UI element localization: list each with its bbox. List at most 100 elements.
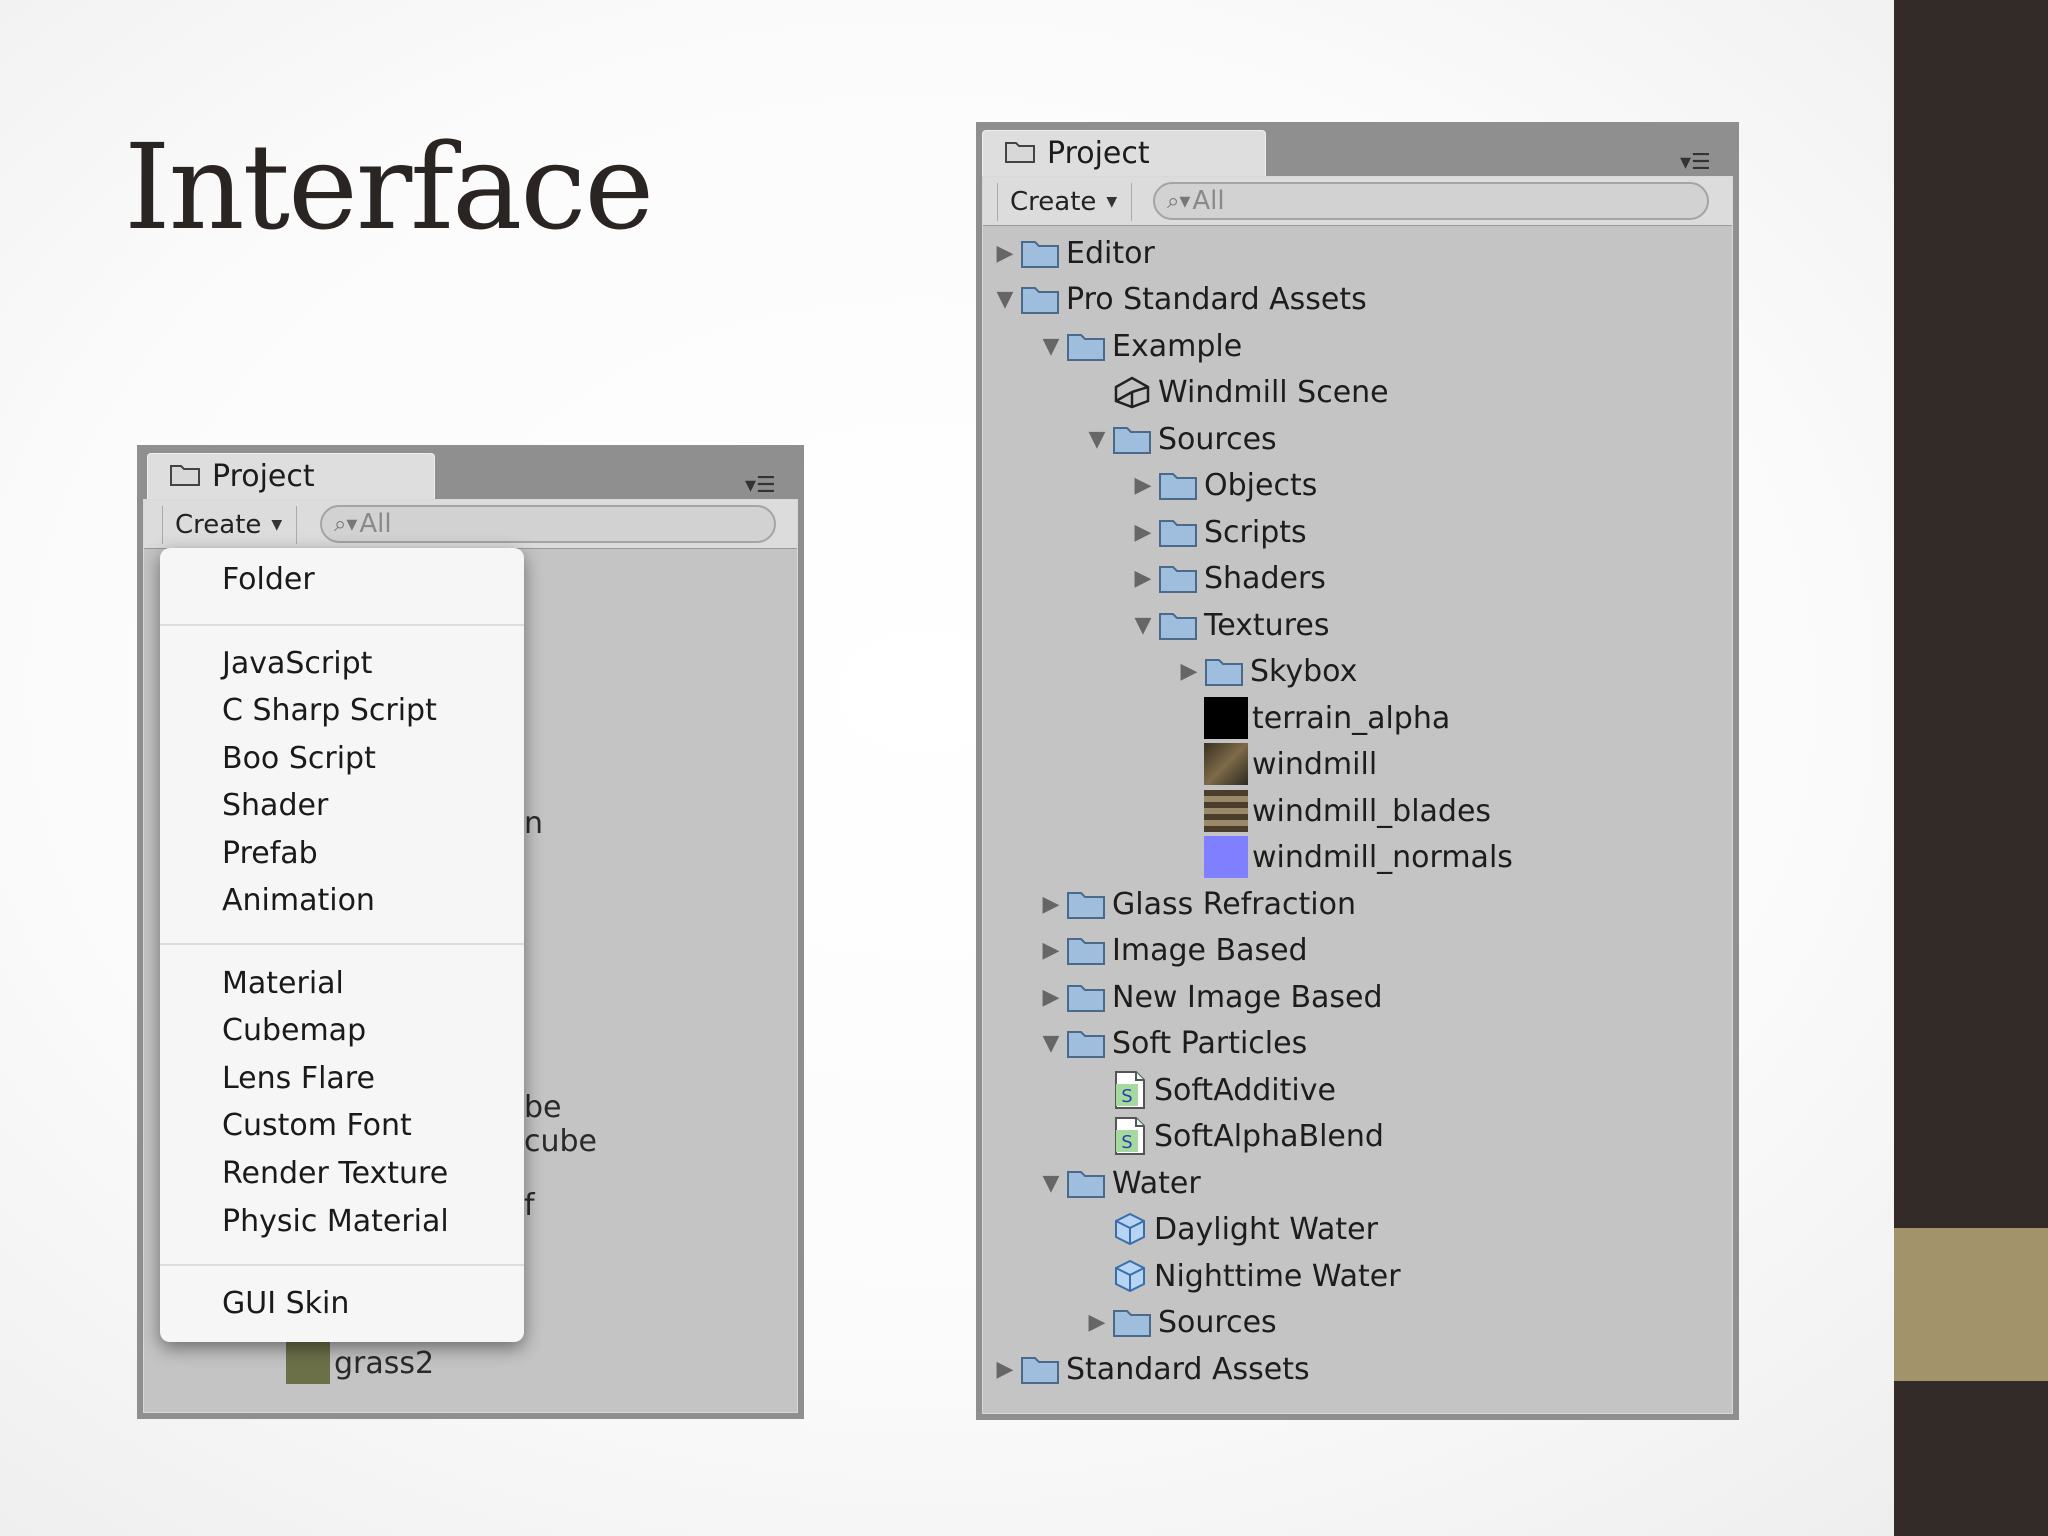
collapsed-arrow-icon[interactable]: ▶ xyxy=(990,241,1020,266)
tree-item[interactable]: ▶ Glass Refraction xyxy=(1036,881,1356,927)
tree-item[interactable]: S SoftAdditive xyxy=(1082,1067,1336,1113)
tree-item-label: Standard Assets xyxy=(1066,1351,1310,1387)
tree-item-label: Water xyxy=(1112,1165,1201,1201)
search-input[interactable]: ⌕▾ All xyxy=(320,505,776,543)
slide-title: Interface xyxy=(124,118,654,256)
svg-text:S: S xyxy=(1121,1086,1132,1107)
create-button[interactable]: Create ▼ xyxy=(162,506,298,544)
collapsed-arrow-icon[interactable]: ▶ xyxy=(1082,1310,1112,1335)
menu-item-folder[interactable]: Folder xyxy=(222,562,315,597)
collapsed-arrow-icon[interactable]: ▶ xyxy=(990,1357,1020,1382)
project-tab[interactable]: Project xyxy=(982,130,1266,176)
texture-thumbnail-blades xyxy=(1204,790,1248,832)
list-item-label: grass2 xyxy=(334,1345,435,1381)
menu-item-javascript[interactable]: JavaScript xyxy=(222,646,372,681)
menu-item-gui-skin[interactable]: GUI Skin xyxy=(222,1286,349,1321)
tree-item[interactable]: ▶ Image Based xyxy=(1036,927,1308,973)
menu-item-csharp-script[interactable]: C Sharp Script xyxy=(222,693,437,728)
tree-item[interactable]: ▼ Pro Standard Assets xyxy=(990,276,1367,322)
list-item[interactable]: grass2 xyxy=(286,1342,434,1384)
tree-item[interactable]: ▶ Scripts xyxy=(1128,509,1307,555)
tree-item[interactable]: windmill_blades xyxy=(1174,788,1491,834)
tree-item[interactable]: ▼ Water xyxy=(1036,1160,1201,1206)
collapsed-arrow-icon[interactable]: ▶ xyxy=(1128,473,1158,498)
menu-item-material[interactable]: Material xyxy=(222,966,344,1001)
tree-item[interactable]: ▶ Sources xyxy=(1082,1299,1277,1345)
collapsed-arrow-icon[interactable]: ▶ xyxy=(1128,520,1158,545)
tree-item[interactable]: terrain_alpha xyxy=(1174,695,1450,741)
tree-item-label: Objects xyxy=(1204,467,1318,503)
tree-item-label: Daylight Water xyxy=(1154,1211,1378,1247)
tree-item[interactable]: windmill xyxy=(1174,741,1377,787)
tree-item-label: Sources xyxy=(1158,1304,1277,1340)
panel-menu-icon[interactable]: ▾☰ xyxy=(745,473,776,498)
menu-item-animation[interactable]: Animation xyxy=(222,883,375,918)
collapsed-arrow-icon[interactable]: ▶ xyxy=(1036,892,1066,917)
menu-item-boo-script[interactable]: Boo Script xyxy=(222,741,376,776)
project-tab-label: Project xyxy=(212,459,315,494)
tree-item[interactable]: ▼ Example xyxy=(1036,323,1243,369)
folder-icon xyxy=(1158,469,1198,501)
project-toolbar: Create ▼ ⌕▾ All xyxy=(983,177,1732,226)
expanded-arrow-icon[interactable]: ▼ xyxy=(1082,427,1112,452)
tree-item[interactable]: ▶ Standard Assets xyxy=(990,1346,1310,1392)
project-tab[interactable]: Project xyxy=(147,453,435,499)
expanded-arrow-icon[interactable]: ▼ xyxy=(1036,1171,1066,1196)
search-icon: ⌕▾ xyxy=(1167,188,1191,214)
caret-down-icon: ▼ xyxy=(271,517,283,533)
menu-item-prefab[interactable]: Prefab xyxy=(222,836,318,871)
menu-item-render-texture[interactable]: Render Texture xyxy=(222,1156,448,1191)
tree-item[interactable]: ▼ Soft Particles xyxy=(1036,1020,1308,1066)
project-panel-body: Create ▼ ⌕▾ All ▶ Editor ▼ Pro Standard As… xyxy=(982,176,1733,1414)
panel-menu-icon[interactable]: ▾☰ xyxy=(1680,150,1711,175)
menu-item-shader[interactable]: Shader xyxy=(222,788,328,823)
tree-item[interactable]: ▶ Objects xyxy=(1128,462,1318,508)
menu-item-custom-font[interactable]: Custom Font xyxy=(222,1108,412,1143)
tree-item[interactable]: Nighttime Water xyxy=(1082,1253,1401,1299)
tree-item-label: SoftAlphaBlend xyxy=(1154,1118,1384,1154)
texture-thumbnail-windmill xyxy=(1204,743,1248,785)
folder-icon xyxy=(1158,562,1198,594)
tree-item[interactable]: ▶ Shaders xyxy=(1128,555,1326,601)
tree-item[interactable]: ▼ Textures xyxy=(1128,602,1330,648)
tree-item[interactable]: ▶ Editor xyxy=(990,230,1155,276)
folder-icon xyxy=(1158,516,1198,548)
collapsed-arrow-icon[interactable]: ▶ xyxy=(1036,985,1066,1010)
create-button[interactable]: Create ▼ xyxy=(997,183,1133,221)
folder-icon xyxy=(170,459,200,494)
menu-item-cubemap[interactable]: Cubemap xyxy=(222,1013,366,1048)
expanded-arrow-icon[interactable]: ▼ xyxy=(1128,613,1158,638)
menu-divider xyxy=(160,1264,524,1266)
collapsed-arrow-icon[interactable]: ▶ xyxy=(1174,659,1204,684)
tree-item-label: Soft Particles xyxy=(1112,1025,1308,1061)
tree-item-label: New Image Based xyxy=(1112,979,1383,1015)
svg-text:S: S xyxy=(1121,1132,1132,1153)
tree-item-label: Example xyxy=(1112,328,1243,364)
folder-icon xyxy=(1066,981,1106,1013)
collapsed-arrow-icon[interactable]: ▶ xyxy=(1128,566,1158,591)
tree-item[interactable]: ▶ Skybox xyxy=(1174,648,1358,694)
sidebar-accent-band xyxy=(1894,1228,2048,1381)
folder-icon xyxy=(1066,330,1106,362)
expanded-arrow-icon[interactable]: ▼ xyxy=(990,287,1020,312)
tree-item[interactable]: ▼ Sources xyxy=(1082,416,1277,462)
menu-divider xyxy=(160,624,524,626)
tree-item[interactable]: ▶ New Image Based xyxy=(1036,974,1383,1020)
tree-item-label: Glass Refraction xyxy=(1112,886,1356,922)
tree-item[interactable]: Windmill Scene xyxy=(1082,369,1389,415)
shader-icon: S xyxy=(1112,1116,1148,1156)
tree-item[interactable]: S SoftAlphaBlend xyxy=(1082,1113,1384,1159)
collapsed-arrow-icon[interactable]: ▶ xyxy=(1036,938,1066,963)
menu-item-physic-material[interactable]: Physic Material xyxy=(222,1204,449,1239)
tree-item[interactable]: Daylight Water xyxy=(1082,1206,1378,1252)
expanded-arrow-icon[interactable]: ▼ xyxy=(1036,1031,1066,1056)
tree-item-label: Editor xyxy=(1066,235,1155,271)
tree-item[interactable]: windmill_normals xyxy=(1174,834,1513,880)
grass-texture-thumbnail xyxy=(286,1342,330,1384)
tree-item-label: SoftAdditive xyxy=(1154,1072,1336,1108)
background-text-fragment: be xyxy=(524,1090,562,1125)
expanded-arrow-icon[interactable]: ▼ xyxy=(1036,334,1066,359)
search-input[interactable]: ⌕▾ All xyxy=(1153,182,1709,220)
menu-item-lens-flare[interactable]: Lens Flare xyxy=(222,1061,375,1096)
create-dropdown-menu: Folder JavaScript C Sharp Script Boo Scr… xyxy=(160,548,524,1342)
